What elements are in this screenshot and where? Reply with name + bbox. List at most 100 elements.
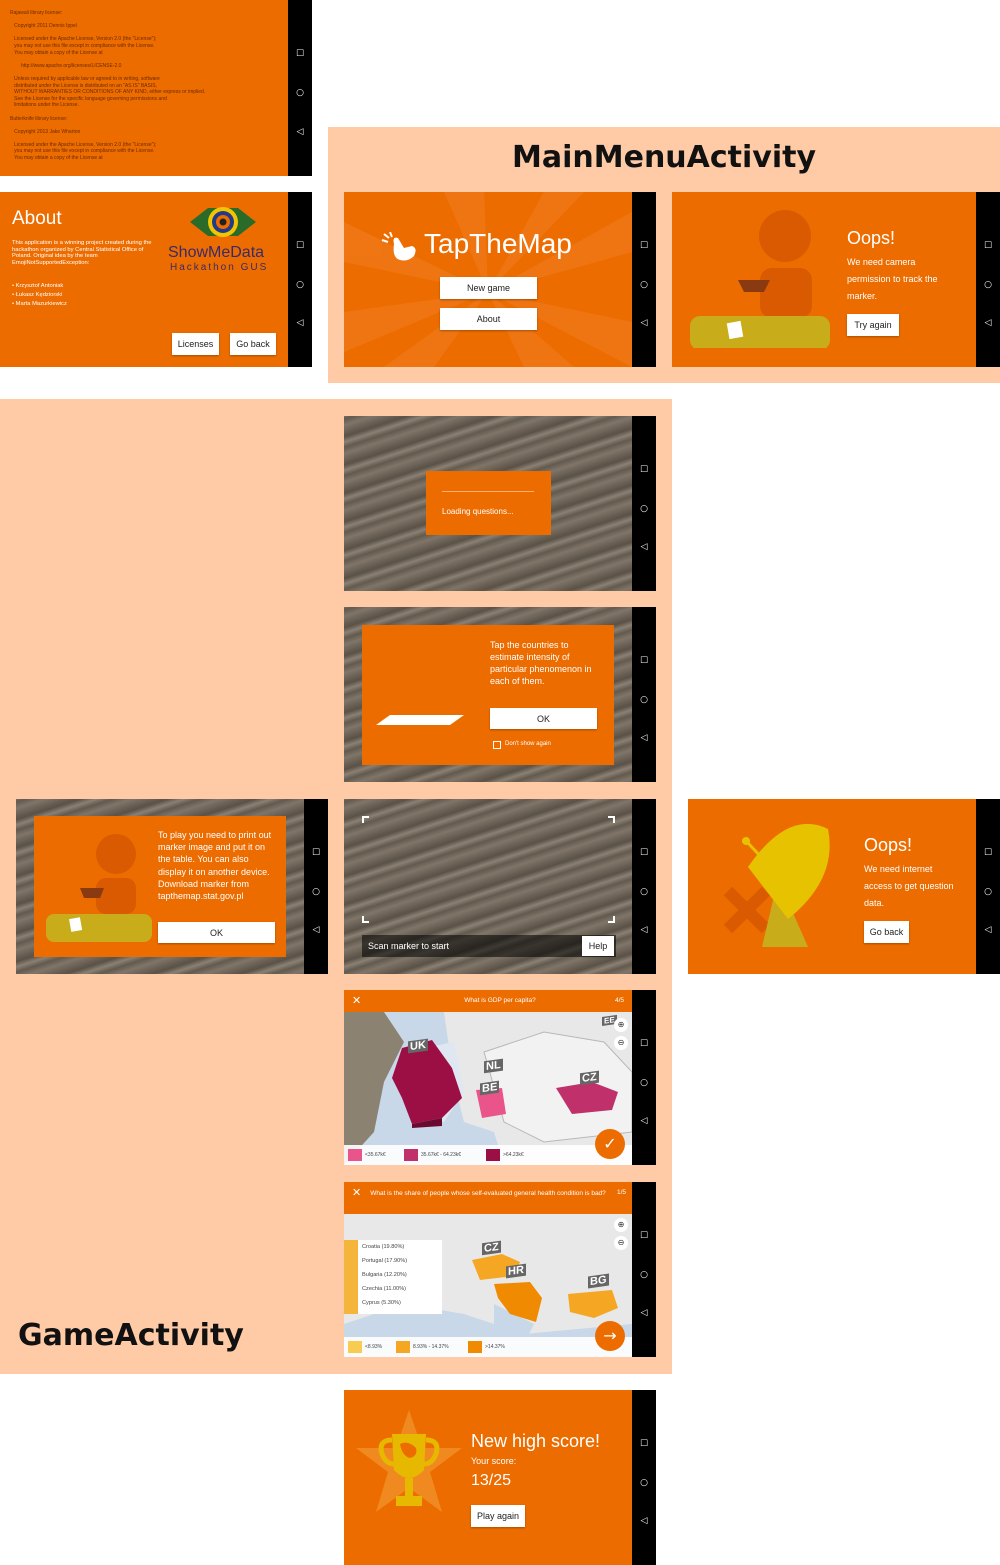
recent-apps-icon[interactable]: ☐ [632,1231,656,1241]
home-icon[interactable]: ○ [632,887,656,897]
recent-apps-icon[interactable]: ☐ [632,241,656,251]
new-game-button[interactable]: New game [440,277,537,299]
home-icon[interactable]: ○ [632,1078,656,1088]
legend-label: >64.23k€ [503,1152,524,1158]
back-icon[interactable]: ◁ [632,542,656,552]
back-icon[interactable]: ◁ [304,925,328,935]
country-cz-3d [556,1082,618,1114]
home-icon[interactable]: ○ [976,887,1000,897]
recent-apps-icon[interactable]: ☐ [288,49,312,59]
main-menu-screen: TapTheMap New game About ☐ ○ ◁ [344,192,656,367]
zoom-in-icon[interactable]: ⊕ [614,1218,628,1232]
back-icon[interactable]: ◁ [976,318,1000,328]
scan-marker-screen: Scan marker to start Help ☐ ○ ◁ [344,799,656,974]
nav-bar: ☐ ○ ◁ [288,192,312,367]
question-title: What is GDP per capita? [464,997,536,1004]
recent-apps-icon[interactable]: ☐ [304,848,328,858]
home-icon[interactable]: ○ [288,88,312,98]
about-screen: About This application is a winning proj… [0,192,312,367]
next-arrow-button[interactable]: → [595,1321,625,1351]
home-icon[interactable]: ○ [976,280,1000,290]
about-description: This application is a winning project cr… [12,240,152,266]
recent-apps-icon[interactable]: ☐ [632,656,656,666]
back-icon[interactable]: ◁ [632,1516,656,1526]
tutorial-text: Tap the countries to estimate intensity … [490,640,592,686]
back-icon[interactable]: ◁ [632,318,656,328]
close-icon[interactable]: ✕ [352,1186,361,1199]
marker-dialog: To play you need to print out marker ima… [34,816,286,957]
internet-error-text: We need internet access to get question … [864,864,954,908]
satellite-dish-illustration [723,823,830,947]
recent-apps-icon[interactable]: ☐ [632,1439,656,1449]
back-icon[interactable]: ◁ [288,127,312,137]
home-icon[interactable]: ○ [632,1478,656,1488]
zoom-out-icon[interactable]: ⊖ [614,1036,628,1050]
legend-swatch [468,1341,482,1353]
back-icon[interactable]: ◁ [976,925,1000,935]
back-icon[interactable]: ◁ [288,318,312,328]
nav-bar: ☐ ○ ◁ [976,799,1000,974]
home-icon[interactable]: ○ [632,1270,656,1280]
back-icon[interactable]: ◁ [632,925,656,935]
nav-bar: ☐ ○ ◁ [632,192,656,367]
tutorial-screen: Tap the countries to estimate intensity … [344,607,656,782]
internet-error-screen: Oops! We need internet access to get que… [688,799,1000,974]
marker-ok-button[interactable]: OK [158,922,275,943]
author-2: • Łukasz Kędziorski [12,292,63,298]
ranking-item: Bulgaria (12.20%) [362,1272,407,1278]
home-icon[interactable]: ○ [632,504,656,514]
recent-apps-icon[interactable]: ☐ [976,848,1000,858]
back-icon[interactable]: ◁ [632,1116,656,1126]
corner-tl [362,816,369,823]
recent-apps-icon[interactable]: ☐ [632,1039,656,1049]
legend-label: 8.93% - 14.37% [413,1344,449,1350]
logo-subtitle: Hackathon GUS [170,262,269,273]
legend-item-mid: 8.93% - 14.37% [396,1341,449,1353]
loading-dialog: Loading questions... [426,471,551,535]
high-score-screen: New high score! Your score: 13/25 Play a… [344,1390,656,1565]
play-again-button[interactable]: Play again [471,1505,525,1527]
main-menu-activity-title: MainMenuActivity [512,140,817,175]
about-button[interactable]: About [440,308,537,330]
zoom-in-icon[interactable]: ⊕ [614,1018,628,1032]
recent-apps-icon[interactable]: ☐ [632,465,656,475]
corner-tr [608,816,615,823]
legend-label: >14.37% [485,1344,505,1350]
logo-name: ShowMeData [168,244,265,261]
legend-label: 35.67k€ - 64.23k€ [421,1152,462,1158]
zoom-out-icon[interactable]: ⊖ [614,1236,628,1250]
game-activity-title: GameActivity [18,1318,244,1353]
confirm-button[interactable]: ✓ [595,1129,625,1159]
legend-item-low: <8.93% [348,1341,382,1353]
recent-apps-icon[interactable]: ☐ [976,241,1000,251]
high-score-title: New high score! [471,1431,601,1451]
legend-swatch [486,1149,500,1161]
try-again-button[interactable]: Try again [847,314,899,336]
internet-error-title: Oops! [864,835,913,855]
licenses-button[interactable]: Licenses [172,333,219,355]
home-icon[interactable]: ○ [632,280,656,290]
back-icon[interactable]: ◁ [632,1308,656,1318]
question-progress: 1/5 [616,1189,626,1196]
dont-show-again-checkbox[interactable] [493,741,501,749]
home-icon[interactable]: ○ [632,695,656,705]
question-bar: ✕ What is GDP per capita? 4/5 [344,990,656,1012]
camera-error-text: We need camera permission to track the m… [847,257,938,301]
legend-item-high: >14.37% [468,1341,505,1353]
go-back-button[interactable]: Go back [230,333,276,355]
legend-swatch [396,1341,410,1353]
internet-go-back-button[interactable]: Go back [864,921,909,943]
your-score-label: Your score: [471,1456,517,1466]
corner-br [608,916,615,923]
tutorial-ok-button[interactable]: OK [490,708,597,729]
ranking-item: Croatia (19.80%) [362,1244,405,1250]
licenses-screen: Rajawali library license: Copyright 2011… [0,0,312,176]
home-icon[interactable]: ○ [288,280,312,290]
recent-apps-icon[interactable]: ☐ [632,848,656,858]
app-title: TapTheMap [424,228,572,259]
country-hr-3d [494,1282,542,1322]
back-icon[interactable]: ◁ [632,733,656,743]
home-icon[interactable]: ○ [304,887,328,897]
help-button[interactable]: Help [582,936,614,956]
recent-apps-icon[interactable]: ☐ [288,241,312,251]
